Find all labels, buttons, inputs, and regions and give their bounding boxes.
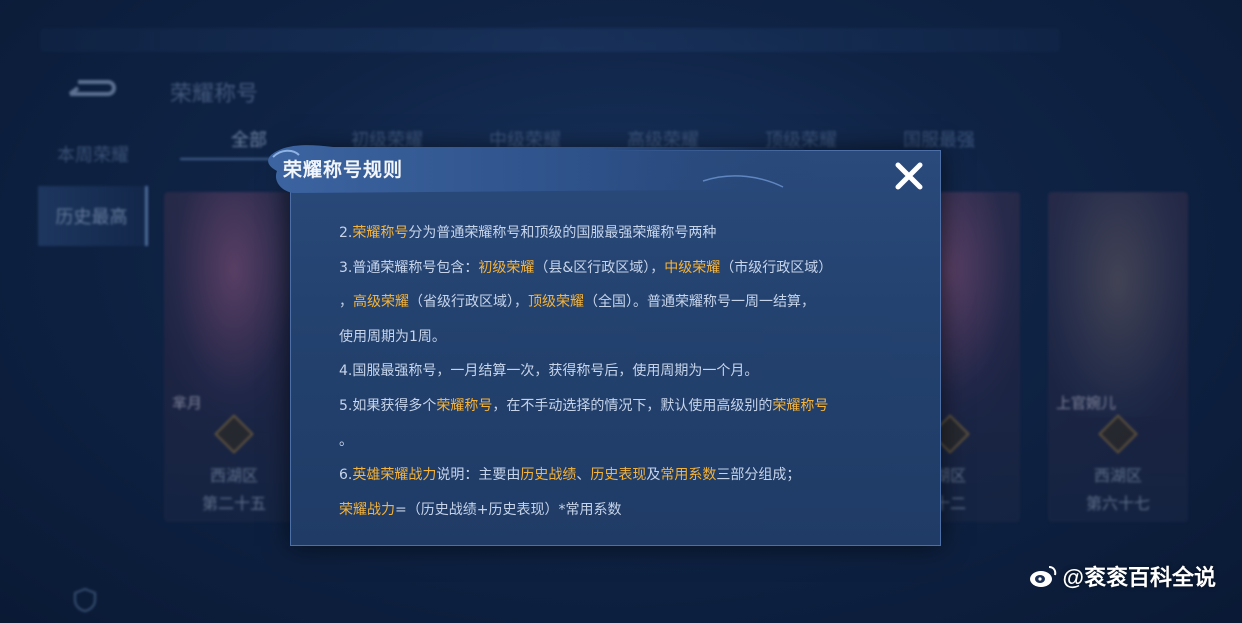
hero-card[interactable]: 芈月 西湖区 第二十五 [164, 192, 304, 522]
top-banner [40, 28, 1060, 52]
hero-region: 西湖区 [209, 466, 258, 485]
rule-line: 使用周期为1周。 [339, 327, 909, 362]
dialog-header: 荣耀称号规则 [263, 141, 823, 199]
rule-text: （省级行政区域）， [409, 294, 528, 311]
back-arrow-icon[interactable] [64, 76, 118, 102]
highlighted-term: 历史战绩 [520, 467, 577, 484]
shield-icon [74, 588, 96, 612]
rule-text: 、 [576, 467, 591, 484]
rule-line: 3.普通荣耀称号包含：初级荣耀（县&区行政区域），中级荣耀（市级行政区域） [339, 258, 909, 293]
rule-text: 5.如果获得多个 [339, 397, 437, 414]
rule-text: 说明：主要由 [436, 467, 521, 484]
rule-line: 5.如果获得多个荣耀称号，在不手动选择的情况下，默认使用高级别的荣耀称号 [339, 396, 909, 431]
rank-emblem-icon [214, 414, 254, 454]
highlighted-term: 中级荣耀 [664, 259, 721, 276]
dialog-title: 荣耀称号规则 [283, 159, 404, 181]
rule-text: 2. [339, 225, 353, 241]
hero-portrait [1048, 192, 1188, 417]
close-icon[interactable] [892, 159, 926, 193]
highlighted-term: 初级荣耀 [478, 259, 535, 276]
rule-line: 荣耀战力=（历史战绩+历史表现）*常用系数 [339, 500, 909, 535]
watermark: @衮衮百科全说 [1029, 560, 1216, 592]
rule-line: 。 [339, 431, 909, 466]
highlighted-term: 荣耀称号 [352, 225, 409, 241]
watermark-text: @衮衮百科全说 [1062, 565, 1216, 590]
highlighted-term: 荣耀战力 [339, 501, 395, 518]
hero-rank: 第六十七 [1085, 494, 1150, 513]
rule-text: =（历史战绩+历史表现）*常用系数 [395, 501, 622, 518]
highlighted-term: 英雄荣耀战力 [352, 467, 437, 484]
rule-text: ， [339, 294, 353, 311]
hero-name: 上官婉儿 [1056, 394, 1117, 412]
rule-text: （全国）。普通荣耀称号一周一结算， [584, 294, 815, 311]
hero-rank: 第二十五 [201, 494, 266, 513]
rule-text: ，在不手动选择的情况下，默认使用高级别的 [492, 397, 773, 414]
rule-text: 3.普通荣耀称号包含： [339, 259, 479, 276]
rule-text: （县&区行政区域）， [534, 259, 665, 276]
rule-text: 6. [339, 467, 353, 484]
highlighted-term: 顶级荣耀 [528, 294, 584, 311]
rules-text: 2.荣耀称号分为普通荣耀称号和顶级的国服最强荣耀称号两种 3.普通荣耀称号包含：初… [339, 223, 909, 534]
page-title: 荣耀称号 [170, 82, 259, 107]
rule-text: 。 [339, 432, 353, 449]
rule-text: 及 [646, 467, 661, 484]
highlighted-term: 高级荣耀 [353, 294, 409, 311]
rule-text: 使用周期为1周。 [339, 328, 446, 345]
highlighted-term: 荣耀称号 [772, 397, 829, 414]
hero-region: 西湖区 [1093, 466, 1142, 485]
side-tab-history[interactable]: 历史最高 [38, 186, 148, 246]
highlighted-term: 荣耀称号 [436, 397, 493, 414]
highlighted-term: 常用系数 [660, 467, 717, 484]
hero-card[interactable]: 上官婉儿 西湖区 第六十七 [1048, 192, 1188, 522]
rule-line: ，高级荣耀（省级行政区域），顶级荣耀（全国）。普通荣耀称号一周一结算， [339, 292, 909, 327]
hero-portrait [164, 192, 304, 417]
rules-dialog: 荣耀称号规则 2.荣耀称号分为普通荣耀称号和顶级的国服最强荣耀称号两种 3.普通荣… [268, 145, 941, 546]
rule-text: 三部分组成； [716, 467, 801, 484]
rule-text: 分为普通荣耀称号和顶级的国服最强荣耀称号两种 [408, 225, 717, 241]
weibo-logo-icon [1029, 566, 1056, 587]
rule-line: 4.国服最强称号，一月结算一次，获得称号后，使用周期为一个月。 [339, 361, 909, 396]
rule-line: 2.荣耀称号分为普通荣耀称号和顶级的国服最强荣耀称号两种 [339, 223, 909, 258]
rule-line: 6.英雄荣耀战力说明：主要由历史战绩、历史表现及常用系数三部分组成； [339, 465, 909, 500]
hero-name: 芈月 [172, 394, 203, 412]
side-tab-weekly[interactable]: 本周荣耀 [38, 124, 148, 184]
rule-text: 4.国服最强称号，一月结算一次，获得称号后，使用周期为一个月。 [339, 363, 759, 380]
rule-text: （市级行政区域） [720, 259, 833, 276]
highlighted-term: 历史表现 [590, 467, 647, 484]
rank-emblem-icon [1098, 414, 1138, 454]
